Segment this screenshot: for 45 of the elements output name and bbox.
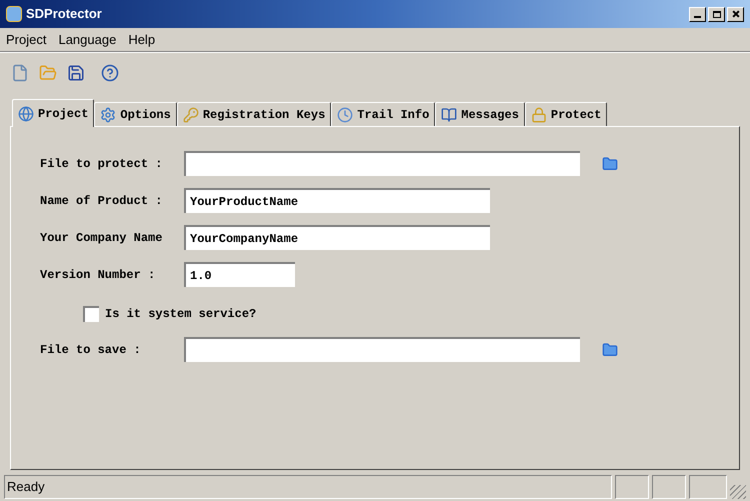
- close-button[interactable]: [727, 6, 744, 22]
- folder-icon: [602, 342, 618, 358]
- text-field[interactable]: 1.0: [184, 262, 295, 287]
- text-field[interactable]: YourCompanyName: [184, 225, 490, 250]
- field-label: Name of Product :: [40, 192, 164, 210]
- save-icon: [67, 64, 85, 82]
- text-field[interactable]: YourProductName: [184, 188, 490, 213]
- field-label: File to protect :: [40, 156, 164, 172]
- tab[interactable]: Project: [12, 99, 94, 127]
- field-label: File to save :: [40, 342, 142, 358]
- status-text: Ready: [4, 475, 612, 499]
- field-label: Version Number :: [40, 266, 156, 284]
- window-title: SDProtector: [26, 5, 102, 24]
- browse-button[interactable]: [602, 156, 618, 172]
- checkbox-label: Is it system service?: [105, 306, 256, 323]
- gear-icon: [100, 106, 116, 122]
- tab[interactable]: Messages: [435, 102, 525, 126]
- browse-button[interactable]: [602, 342, 618, 358]
- menu-item[interactable]: Help: [128, 30, 156, 50]
- tab[interactable]: Trail Info: [331, 102, 436, 126]
- file-path-field[interactable]: [184, 337, 580, 362]
- globe-icon: [18, 106, 34, 122]
- new-file-icon: [11, 64, 29, 82]
- open-folder-icon: [39, 64, 57, 82]
- folder-icon: [602, 156, 618, 172]
- help-icon: [101, 64, 119, 82]
- resize-grip-icon[interactable]: [730, 485, 746, 499]
- tab[interactable]: Protect: [524, 102, 608, 126]
- minimize-button[interactable]: [689, 6, 706, 22]
- key-icon: [182, 106, 199, 122]
- status-pane: [615, 475, 649, 499]
- checkbox[interactable]: [83, 306, 99, 322]
- menu-item[interactable]: Project: [6, 30, 46, 50]
- maximize-button[interactable]: [708, 6, 725, 22]
- file-path-field[interactable]: [184, 151, 580, 176]
- app-icon: [6, 6, 22, 22]
- status-pane: [652, 475, 686, 499]
- tab[interactable]: Options: [94, 102, 177, 126]
- status-pane: [689, 475, 727, 499]
- lock-icon: [530, 106, 547, 122]
- book-icon: [441, 106, 458, 122]
- tab[interactable]: Registration Keys: [176, 102, 332, 126]
- menu-item[interactable]: Language: [58, 30, 116, 50]
- field-label: Your Company Name: [40, 230, 164, 246]
- clock-icon: [337, 106, 354, 122]
